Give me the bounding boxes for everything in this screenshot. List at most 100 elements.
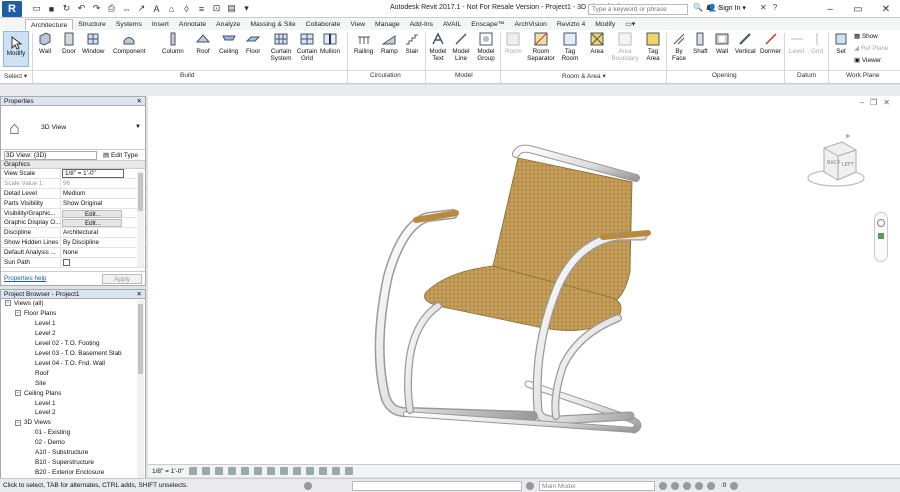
room-button[interactable]: Room bbox=[505, 32, 522, 55]
visual-style-icon[interactable] bbox=[201, 467, 210, 475]
browser-item[interactable]: Level 2 bbox=[35, 330, 56, 337]
zoom-icon[interactable] bbox=[878, 233, 884, 239]
edit-button[interactable]: Edit... bbox=[62, 219, 122, 228]
tab-add-ins[interactable]: Add-Ins bbox=[405, 19, 438, 30]
component-button[interactable]: Component bbox=[113, 32, 146, 55]
shaft-button[interactable]: Shaft bbox=[693, 32, 708, 55]
browser-item[interactable]: −3D Views bbox=[15, 419, 51, 426]
modify-button[interactable]: Modify bbox=[3, 31, 29, 67]
model-text-button[interactable]: Model Text bbox=[429, 32, 447, 62]
sun-path-icon[interactable] bbox=[214, 467, 223, 475]
property-value[interactable]: Architectural bbox=[61, 228, 145, 237]
render-icon[interactable] bbox=[240, 467, 249, 475]
select-pinned-icon[interactable] bbox=[683, 481, 691, 490]
print-icon[interactable]: ⎙ bbox=[105, 3, 118, 15]
roof-button[interactable]: Roof bbox=[195, 32, 211, 55]
curtain-system-button[interactable]: Curtain System bbox=[268, 32, 294, 62]
navigation-bar[interactable] bbox=[874, 212, 888, 262]
tab-revizto-4[interactable]: Revizto 4 bbox=[552, 19, 590, 30]
browser-item[interactable]: A10 - Substructure bbox=[35, 449, 88, 456]
select-by-face-icon[interactable] bbox=[695, 481, 703, 490]
view-selector[interactable]: 3D View: {3D} bbox=[4, 150, 97, 160]
lock-view-icon[interactable] bbox=[279, 467, 288, 475]
tag-area-button[interactable]: Tag Area bbox=[645, 32, 661, 62]
curtain-grid-button[interactable]: Curtain Grid bbox=[296, 32, 318, 62]
shadows-icon[interactable] bbox=[227, 467, 236, 475]
design-options-icon[interactable] bbox=[526, 481, 534, 490]
browser-item[interactable]: Level 02 - T.O. Footing bbox=[35, 340, 100, 347]
edit-button[interactable]: Edit... bbox=[62, 209, 122, 218]
analytical-model-icon[interactable] bbox=[331, 467, 340, 475]
browser-item[interactable]: − Ceiling Plans bbox=[15, 390, 61, 397]
by-face-button[interactable]: By Face bbox=[672, 32, 686, 62]
area-boundary-button[interactable]: Area Boundary bbox=[612, 32, 639, 62]
close-hidden-icon[interactable]: ⊡ bbox=[210, 3, 223, 15]
tab-analyze[interactable]: Analyze bbox=[211, 19, 245, 30]
tab-avail[interactable]: AVAIL bbox=[438, 19, 466, 30]
tab-systems[interactable]: Systems bbox=[111, 19, 147, 30]
sync-icon[interactable]: ↻ bbox=[60, 3, 73, 15]
panel-room-area[interactable]: Room & Area ▾ bbox=[562, 72, 606, 80]
save-icon[interactable]: ■ bbox=[45, 3, 58, 15]
sign-in-button[interactable]: 👤 Sign In ▾ bbox=[708, 4, 746, 12]
close-view-icon[interactable]: ✕ bbox=[883, 98, 890, 107]
tab-collaborate[interactable]: Collaborate bbox=[301, 19, 346, 30]
wall-button[interactable]: Wall bbox=[38, 32, 52, 55]
undo-icon[interactable]: ↶ bbox=[75, 3, 88, 15]
tab-insert[interactable]: Insert bbox=[147, 19, 174, 30]
vertical-button[interactable]: Vertical bbox=[735, 32, 756, 55]
browser-item[interactable]: 02 - Demo bbox=[35, 439, 65, 446]
model-line-button[interactable]: Model Line bbox=[452, 32, 470, 62]
panel-select[interactable]: Select ▾ bbox=[4, 72, 27, 80]
close-icon[interactable]: ✕ bbox=[137, 290, 142, 299]
binoculars-icon[interactable]: 🔍 bbox=[693, 3, 703, 12]
workset-field[interactable] bbox=[352, 480, 522, 491]
viewcube-home-icon[interactable] bbox=[846, 134, 851, 138]
browser-item[interactable]: B10 - Superstructure bbox=[35, 459, 94, 466]
tab-manage[interactable]: Manage bbox=[370, 19, 405, 30]
close-button[interactable]: ✕ bbox=[872, 0, 900, 18]
grid-button[interactable]: Grid bbox=[810, 32, 824, 55]
reveal-hidden-icon[interactable] bbox=[305, 467, 314, 475]
scroll-thumb[interactable] bbox=[138, 173, 143, 211]
measure-icon[interactable]: ⇔ bbox=[120, 3, 133, 15]
browser-item[interactable]: − Floor Plans bbox=[15, 310, 56, 317]
tab-enscape[interactable]: Enscape™ bbox=[466, 19, 509, 30]
room-separator-button[interactable]: Room Separator bbox=[527, 32, 555, 62]
detail-level-icon[interactable] bbox=[188, 467, 197, 475]
qat-dropdown-icon[interactable]: ▾ bbox=[240, 3, 253, 15]
temporary-hide-icon[interactable] bbox=[292, 467, 301, 475]
viewcube-left[interactable]: LEFT bbox=[842, 162, 855, 168]
viewer-button[interactable]: ▣ Viewer bbox=[854, 57, 881, 64]
edit-type-button[interactable]: ▤ Edit Type bbox=[103, 151, 138, 159]
browser-item[interactable]: B20 - Exterior Enclosure bbox=[35, 469, 104, 476]
properties-help-link[interactable]: Properties help bbox=[4, 275, 46, 282]
model-group-button[interactable]: Model Group bbox=[476, 32, 496, 62]
tab-archvision[interactable]: ArchVision bbox=[510, 19, 552, 30]
tab-annotate[interactable]: Annotate bbox=[174, 19, 211, 30]
collapse-icon[interactable]: − bbox=[15, 389, 21, 396]
browser-item[interactable]: Roof bbox=[35, 370, 49, 377]
stair-button[interactable]: Stair bbox=[405, 32, 419, 55]
browser-item[interactable]: Level 1 bbox=[35, 400, 56, 407]
ramp-button[interactable]: Ramp bbox=[381, 32, 398, 55]
window-button[interactable]: Window bbox=[82, 32, 104, 55]
viewcube-back[interactable]: BACK bbox=[827, 160, 841, 166]
drag-elements-icon[interactable] bbox=[707, 481, 715, 490]
tab-architecture[interactable]: Architecture bbox=[25, 19, 74, 30]
browser-item[interactable]: Level 2 bbox=[35, 409, 56, 416]
browser-item[interactable]: Site bbox=[35, 380, 46, 387]
restore-view-icon[interactable]: ❐ bbox=[870, 98, 877, 107]
maximize-button[interactable]: ▭ bbox=[844, 0, 872, 18]
railing-button[interactable]: Railing bbox=[354, 32, 373, 55]
wall-opening-button[interactable]: Wall bbox=[715, 32, 729, 55]
design-option-field[interactable]: Main Model bbox=[539, 480, 655, 491]
floor-button[interactable]: Floor bbox=[245, 32, 261, 55]
properties-scrollbar[interactable] bbox=[137, 171, 144, 267]
tab-massing-site[interactable]: Massing & Site bbox=[245, 19, 300, 30]
scroll-thumb[interactable] bbox=[138, 304, 143, 374]
browser-item[interactable]: Level 1 bbox=[35, 320, 56, 327]
filter-count[interactable]: :0 bbox=[721, 482, 726, 489]
section-icon[interactable]: ◊ bbox=[180, 3, 193, 15]
tab-modify[interactable]: Modify bbox=[590, 19, 620, 30]
